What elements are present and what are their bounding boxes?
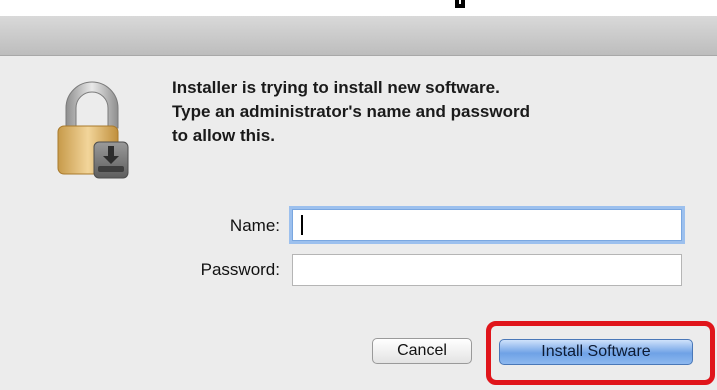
text-cursor <box>301 215 303 235</box>
message-line: to allow this. <box>172 126 275 145</box>
lock-icon <box>54 80 130 180</box>
password-label: Password: <box>200 260 280 279</box>
install-button-highlight <box>486 321 715 385</box>
name-field[interactable] <box>292 209 682 241</box>
download-arrow-icon <box>93 141 129 179</box>
authentication-dialog: Installer is trying to install new softw… <box>0 16 717 390</box>
dialog-message: Installer is trying to install new softw… <box>172 76 692 148</box>
message-line: Installer is trying to install new softw… <box>172 78 500 97</box>
dialog-titlebar <box>0 16 717 56</box>
cropped-bracket-fragment <box>455 0 465 8</box>
cropped-top-strip <box>0 0 717 16</box>
password-field[interactable] <box>292 254 682 286</box>
message-line: Type an administrator's name and passwor… <box>172 102 530 121</box>
name-label: Name: <box>229 216 280 235</box>
cancel-button[interactable]: Cancel <box>372 338 472 364</box>
